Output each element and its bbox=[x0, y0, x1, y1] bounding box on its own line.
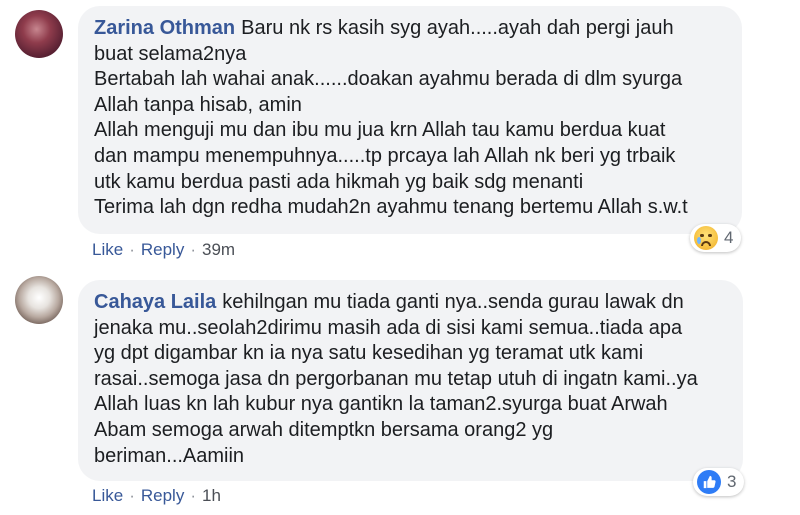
comment-author[interactable]: Cahaya Laila bbox=[94, 291, 216, 313]
comment-line: Abam semoga arwah ditemptkn bersama oran… bbox=[94, 418, 554, 441]
like-link[interactable]: Like bbox=[92, 240, 123, 259]
comment-line: Baru nk rs kasih syg ayah.....ayah dah p… bbox=[241, 17, 674, 39]
timestamp[interactable]: 39m bbox=[202, 240, 235, 259]
comment-line: Allah tanpa hisab, amin bbox=[94, 93, 302, 116]
comment-line: Terima lah dgn redha mudah2n ayahmu tena… bbox=[94, 196, 688, 219]
comment-line: beriman...Aamiin bbox=[94, 444, 245, 467]
comment-text: Cahaya Laila kehilngan mu tiada ganti nya… bbox=[94, 290, 723, 469]
separator: · bbox=[129, 240, 135, 259]
comment-author[interactable]: Zarina Othman bbox=[94, 17, 235, 39]
comment-actions: Like · Reply · 39m bbox=[92, 240, 235, 260]
reaction-count: 4 bbox=[724, 228, 734, 247]
reaction-summary[interactable]: 3 bbox=[693, 468, 745, 496]
comment-line: kehilngan mu tiada ganti nya..senda gura… bbox=[222, 291, 684, 313]
comment-line: jenaka mu..seolah2dirimu masih ada di si… bbox=[94, 316, 683, 339]
like-link[interactable]: Like bbox=[92, 486, 123, 505]
comment-line: Allah luas kn lah kubur nya gantikn la t… bbox=[94, 393, 668, 416]
comment-actions: Like · Reply · 1h bbox=[92, 486, 221, 506]
reply-link[interactable]: Reply bbox=[141, 240, 184, 259]
comment-line: buat selama2nya bbox=[94, 42, 247, 65]
avatar[interactable] bbox=[15, 276, 63, 324]
comment-line: Allah menguji mu dan ibu mu jua krn Alla… bbox=[94, 119, 666, 142]
reaction-summary[interactable]: 4 bbox=[690, 224, 742, 252]
timestamp[interactable]: 1h bbox=[202, 486, 221, 505]
comment-line: utk kamu berdua pasti ada hikmah yg baik… bbox=[94, 170, 584, 193]
comment-bubble: Zarina Othman Baru nk rs kasih syg ayah..… bbox=[78, 6, 742, 234]
comment-line: rasai..semoga jasa dn pergorbanan mu tet… bbox=[94, 367, 698, 390]
separator: · bbox=[190, 486, 196, 505]
comment-text: Zarina Othman Baru nk rs kasih syg ayah..… bbox=[94, 16, 722, 221]
comment-bubble: Cahaya Laila kehilngan mu tiada ganti nya… bbox=[78, 280, 743, 481]
avatar[interactable] bbox=[15, 10, 63, 58]
sad-face-icon bbox=[694, 226, 718, 250]
comment-line: Bertabah lah wahai anak......doakan ayah… bbox=[94, 68, 683, 91]
reply-link[interactable]: Reply bbox=[141, 486, 184, 505]
separator: · bbox=[129, 486, 135, 505]
separator: · bbox=[190, 240, 196, 259]
reaction-count: 3 bbox=[727, 472, 737, 491]
comment-line: yg dpt digambar kn ia nya satu kesedihan… bbox=[94, 342, 644, 365]
comment-line: dan mampu menempuhnya.....tp prcaya lah … bbox=[94, 144, 676, 167]
thumbs-up-icon bbox=[697, 470, 721, 494]
